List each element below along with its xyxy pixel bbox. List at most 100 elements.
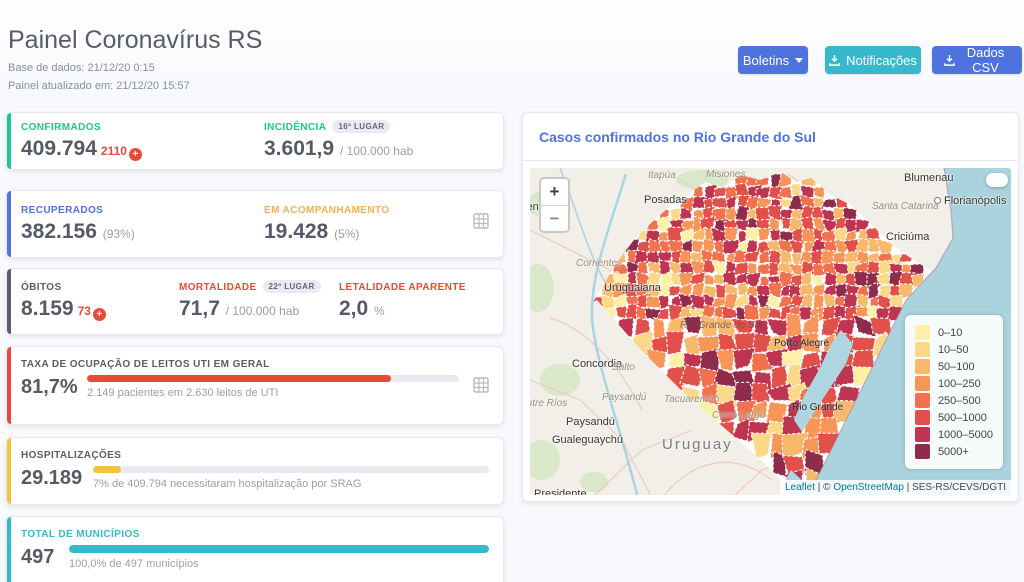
map-place-label: Florianópolis: [934, 195, 1006, 207]
legend-swatch: [915, 444, 930, 459]
uti-progress-fill: [87, 375, 391, 382]
mortalidade-value: 71,7: [179, 297, 220, 320]
mortalidade-rank-badge: 22º LUGAR: [263, 280, 321, 293]
hospitalizacoes-label: HOSPITALIZAÇÕES: [21, 450, 489, 461]
map-place-label: Uruguaiana: [604, 282, 661, 294]
map-place-label: Criciúma: [886, 231, 929, 243]
database-date: Base de dados: 21/12/20 0:15: [8, 62, 155, 74]
legend-row: 5000+: [915, 444, 993, 459]
map-title: Casos confirmados no Rio Grande do Sul: [523, 113, 1018, 161]
map-place-label: Misiones: [706, 169, 745, 180]
card-confirmados: CONFIRMADOS 409.7942110+ INCIDÊNCIA16º L…: [6, 112, 504, 170]
legend-swatch: [915, 325, 930, 340]
copyright-sign: ©: [823, 482, 830, 493]
municipios-caption: 100,0% de 497 municípios: [69, 558, 489, 570]
download-icon: [944, 55, 955, 66]
card-municipios: TOTAL DE MUNICÍPIOS 497 100,0% de 497 mu…: [6, 516, 504, 582]
map-place-label: Rio Grande: [792, 402, 843, 413]
updated-date: Painel atualizado em: 21/12/20 15:57: [8, 80, 190, 92]
obitos-value: 8.159: [21, 297, 74, 320]
hospitalizacoes-value: 29.189: [21, 467, 93, 490]
map-place-label: Gualeguaychú: [552, 434, 623, 446]
legend-row: 250–500: [915, 393, 993, 408]
boletins-button[interactable]: Boletins: [738, 46, 808, 74]
mortalidade-label: MORTALIDADE: [179, 282, 257, 293]
uti-caption: 2.149 pacientes em 2.630 leitos de UTI: [87, 387, 459, 399]
map-legend: 0–1010–5050–100100–250250–500500–1000100…: [905, 315, 1003, 469]
map-place-label: Porto Alegre: [774, 338, 829, 349]
openstreetmap-link[interactable]: OpenStreetMap: [833, 482, 904, 493]
legend-range-label: 250–500: [938, 395, 981, 407]
legend-range-label: 1000–5000: [938, 429, 993, 441]
card-hospitalizacoes: HOSPITALIZAÇÕES 29.189 7% de 409.794 nec…: [6, 437, 504, 505]
zoom-in-button[interactable]: +: [541, 179, 568, 205]
legend-swatch: [915, 410, 930, 425]
notificacoes-button[interactable]: Notificações: [825, 46, 921, 74]
attrib-separator: |: [907, 482, 910, 493]
map-place-label: Corrientes: [576, 258, 622, 269]
dados-csv-label: Dados CSV: [961, 45, 1010, 75]
municipios-label: TOTAL DE MUNICÍPIOS: [21, 529, 489, 540]
leaflet-link[interactable]: Leaflet: [785, 482, 815, 493]
table-icon[interactable]: [473, 213, 489, 234]
acompanhamento-pct: (5%): [334, 227, 359, 241]
map-place-label: Tacuarembó: [664, 394, 719, 405]
municipios-value: 497: [21, 546, 69, 569]
boletins-label: Boletins: [743, 53, 789, 68]
incidencia-unit: / 100.000 hab: [340, 144, 413, 158]
layers-control[interactable]: [986, 173, 1008, 187]
map-place-label: Posadas: [644, 194, 687, 206]
obitos-delta: 73: [78, 304, 91, 318]
map-legend-items: 0–1010–5050–100100–250250–500500–1000100…: [915, 325, 993, 459]
uti-label: TAXA DE OCUPAÇÃO DE LEITOS UTI EM GERAL: [21, 359, 489, 370]
incidencia-label: INCIDÊNCIA: [264, 122, 326, 133]
dashboard: Painel Coronavírus RS Base de dados: 21/…: [0, 0, 1024, 582]
legend-row: 10–50: [915, 342, 993, 357]
card-uti: TAXA DE OCUPAÇÃO DE LEITOS UTI EM GERAL …: [6, 346, 504, 425]
zoom-control: + −: [539, 177, 570, 233]
legend-swatch: [915, 376, 930, 391]
acompanhamento-value: 19.428: [264, 220, 328, 243]
recuperados-value: 382.156: [21, 220, 97, 243]
map-place-label: Blumenau: [904, 172, 954, 184]
chevron-down-icon: [795, 58, 803, 63]
legend-range-label: 0–10: [938, 327, 962, 339]
confirmados-value: 409.794: [21, 137, 97, 160]
municipios-progress-fill: [69, 545, 489, 553]
legend-swatch: [915, 342, 930, 357]
legend-range-label: 10–50: [938, 344, 969, 356]
recuperados-pct: (93%): [103, 227, 135, 241]
table-icon[interactable]: [473, 377, 489, 398]
incidencia-rank-badge: 16º LUGAR: [332, 120, 390, 133]
legend-range-label: 50–100: [938, 361, 975, 373]
recuperados-label: RECUPERADOS: [21, 205, 264, 216]
map-place-label: Concordia: [572, 358, 622, 370]
legend-row: 1000–5000: [915, 427, 993, 442]
legend-swatch: [915, 427, 930, 442]
map-place-label: Salto: [612, 362, 635, 373]
dados-csv-button[interactable]: Dados CSV: [932, 46, 1022, 74]
mortalidade-unit: / 100.000 hab: [226, 304, 299, 318]
incidencia-value: 3.601,9: [264, 137, 334, 160]
acompanhamento-label: EM ACOMPANHAMENTO: [264, 205, 473, 216]
obitos-label: ÓBITOS: [21, 282, 179, 293]
uti-progress-track: [87, 375, 459, 382]
download-icon: [829, 55, 840, 66]
map-place-label: Paysandú: [602, 392, 646, 403]
legend-swatch: [915, 393, 930, 408]
map-place-label: Entre Ríos: [530, 398, 567, 409]
legend-row: 100–250: [915, 376, 993, 391]
map-place-label: Paysandú: [566, 416, 615, 428]
legend-row: 50–100: [915, 359, 993, 374]
letalidade-value: 2,0: [339, 297, 368, 320]
map-container[interactable]: ItapúaMisionesPosadasBlumenauFlorianópol…: [530, 168, 1011, 495]
letalidade-unit: %: [374, 304, 385, 318]
zoom-out-button[interactable]: −: [541, 205, 568, 231]
legend-range-label: 5000+: [938, 446, 969, 458]
uti-value: 81,7%: [21, 376, 87, 399]
card-obitos: ÓBITOS 8.15973+ MORTALIDADE22º LUGAR 71,…: [6, 268, 504, 335]
map-attribution: Leaflet | © OpenStreetMap | SES-RS/CEVS/…: [780, 480, 1011, 495]
legend-range-label: 100–250: [938, 378, 981, 390]
legend-row: 0–10: [915, 325, 993, 340]
increase-icon: +: [129, 148, 142, 161]
